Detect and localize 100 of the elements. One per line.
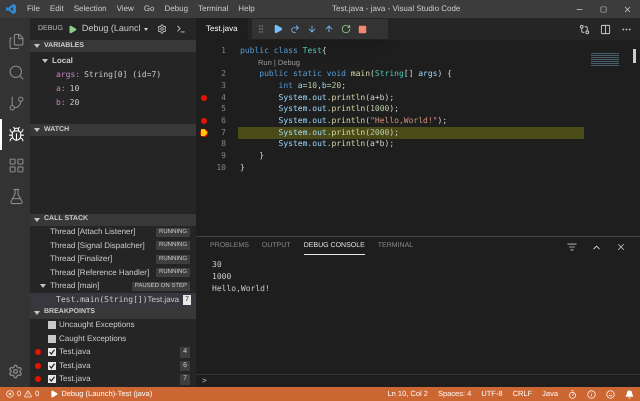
- grid-icon: [8, 157, 24, 174]
- branch-icon: [8, 95, 24, 112]
- terminal-icon[interactable]: [176, 24, 186, 34]
- variable-name: b:: [56, 97, 66, 109]
- code-line: System.out.println("Hello,World!");: [278, 115, 448, 127]
- breakpoint-icon[interactable]: [201, 94, 207, 101]
- caret-icon[interactable]: [34, 218, 40, 222]
- menu-item[interactable]: Help: [233, 3, 260, 15]
- maximize-icon[interactable]: [600, 6, 607, 12]
- tree-item[interactable]: Local: [30, 54, 196, 68]
- console-output: Hello,World!: [212, 283, 271, 295]
- line-number: 10: [215, 162, 226, 174]
- play-icon[interactable]: [68, 24, 77, 34]
- checkbox[interactable]: [48, 348, 56, 356]
- line-number: 1: [220, 44, 226, 57]
- continue-icon[interactable]: [273, 24, 283, 34]
- console-output: 1000: [212, 271, 232, 283]
- code-line: System.out.println(1000);: [278, 103, 399, 116]
- thread-name: Thread [Attach Listener]: [50, 226, 136, 238]
- breakpoint-label: Test.java: [59, 360, 91, 372]
- checkbox[interactable]: [48, 362, 56, 370]
- code-line: System.out.println(a*b);: [278, 138, 394, 150]
- menu-item[interactable]: Debug: [159, 3, 194, 15]
- compare-icon[interactable]: [579, 24, 590, 34]
- code-line: }: [239, 162, 245, 174]
- breakpoint-row[interactable]: Caught Exceptions: [30, 332, 196, 346]
- configuration-dropdown[interactable]: Debug (Launcl: [82, 22, 148, 36]
- scope-label: Local: [52, 55, 73, 67]
- settings-icon[interactable]: [157, 24, 168, 34]
- clear-console-icon[interactable]: [567, 242, 577, 252]
- caret-icon[interactable]: [40, 284, 46, 288]
- variable-row[interactable]: args: String[0] (id=7): [30, 68, 196, 82]
- checkbox[interactable]: [48, 375, 56, 384]
- thread-name: Thread [main]: [50, 280, 100, 292]
- caret-icon[interactable]: [42, 59, 48, 63]
- grip-icon[interactable]: [256, 24, 266, 34]
- code-line: System.out.println(a+b);: [278, 92, 394, 104]
- step-into-icon[interactable]: [307, 24, 317, 34]
- variable-value: 10: [70, 83, 80, 95]
- variable-row[interactable]: b: 20: [30, 96, 196, 110]
- checkbox[interactable]: [48, 321, 56, 330]
- line-number: 3: [220, 80, 226, 92]
- console-output: 30: [212, 259, 223, 271]
- breakpoint-label: Test.java: [59, 346, 91, 358]
- code-line: int a=10,b=20;: [278, 80, 346, 92]
- warning-icon[interactable]: [24, 390, 32, 398]
- breakpoint-icon[interactable]: [201, 118, 207, 124]
- split-editor-icon[interactable]: [600, 24, 611, 34]
- caret-icon[interactable]: [34, 310, 40, 314]
- menu-item[interactable]: Edit: [44, 3, 69, 15]
- scrollbar: [633, 49, 636, 63]
- menu-item[interactable]: Go: [138, 3, 160, 15]
- menu-item[interactable]: Selection: [68, 3, 112, 15]
- breakpoint-label: Test.java: [59, 373, 91, 386]
- code-line: public static void main(String[] args) {: [258, 68, 452, 80]
- line-number: 9: [220, 150, 226, 162]
- variable-name: args:: [56, 69, 80, 81]
- code-line: public class Test{: [239, 45, 327, 57]
- breakpoint-label: Caught Exceptions: [59, 332, 126, 345]
- menu-item[interactable]: Terminal: [193, 3, 234, 15]
- line-number: 4: [220, 92, 226, 104]
- window-title: Test.java - java - Visual Studio Code: [332, 3, 460, 15]
- variable-value: 20: [70, 97, 80, 109]
- logo-icon: [6, 4, 16, 14]
- variable-name: a:: [56, 83, 66, 95]
- variable-value: String[0] (id=7): [84, 69, 162, 81]
- breakpoint-row[interactable]: Uncaught Exceptions: [30, 318, 196, 332]
- menu-item[interactable]: View: [112, 3, 139, 15]
- info-icon[interactable]: [587, 390, 596, 398]
- error-icon[interactable]: [6, 390, 14, 398]
- stop-icon[interactable]: [358, 24, 367, 34]
- console-prompt[interactable]: >: [202, 375, 207, 387]
- search-icon: [8, 64, 24, 81]
- step-out-icon[interactable]: [324, 24, 334, 34]
- frame-file: Test.java: [148, 294, 180, 306]
- flask-icon: [8, 188, 24, 205]
- caret-icon[interactable]: [34, 44, 40, 48]
- variable-row[interactable]: a: 10: [30, 82, 196, 96]
- timer-icon[interactable]: [568, 390, 577, 398]
- restart-icon[interactable]: [341, 24, 351, 34]
- bell-icon[interactable]: [625, 390, 634, 398]
- step-over-icon[interactable]: [290, 24, 300, 34]
- bug-icon: [8, 126, 24, 143]
- checkbox[interactable]: [48, 334, 56, 343]
- frame-name: Test.main(String[]): [56, 294, 148, 306]
- current-line-arrow-icon: [200, 128, 208, 137]
- menu-item[interactable]: File: [22, 3, 45, 15]
- caret-icon[interactable]: [34, 128, 40, 132]
- code-line: }: [258, 150, 264, 162]
- line-number: 5: [220, 103, 226, 116]
- close-icon[interactable]: [616, 242, 626, 252]
- thread-name: Thread [Reference Handler]: [50, 266, 150, 279]
- thread-name: Thread [Signal Dispatcher]: [50, 240, 145, 252]
- editor-tab[interactable]: Test.java: [196, 18, 248, 40]
- line-number: 2: [220, 68, 226, 80]
- smiley-icon[interactable]: [606, 390, 615, 398]
- line-number: 7: [220, 126, 226, 139]
- close-icon[interactable]: [623, 4, 632, 14]
- minimap: [591, 53, 619, 67]
- line-number: 6: [220, 114, 226, 127]
